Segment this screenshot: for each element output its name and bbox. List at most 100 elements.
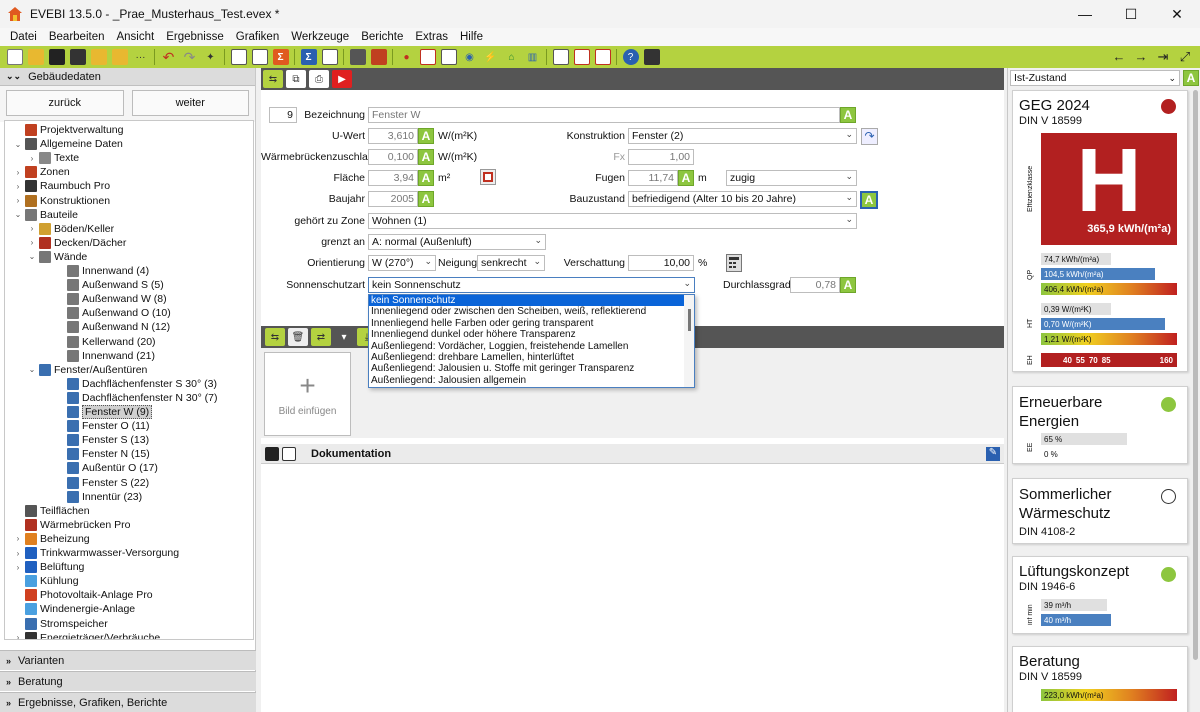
zone-select[interactable]: Wohnen (1) ⌄ xyxy=(368,213,857,229)
dots-icon[interactable]: ··· xyxy=(133,49,149,65)
doc-copy-icon[interactable] xyxy=(282,446,296,461)
house-icon[interactable]: ⌂ xyxy=(504,49,520,65)
baujahr-a-button[interactable]: A xyxy=(418,191,434,207)
tree-item[interactable]: Wärmebrücken Pro xyxy=(13,518,130,532)
tree-item[interactable]: Außentür O (17) xyxy=(55,461,158,475)
doc-save-icon[interactable] xyxy=(265,446,279,461)
chevron-right-icon[interactable]: › xyxy=(27,154,37,163)
tools-icon[interactable]: ● xyxy=(399,49,415,65)
tree-item[interactable]: Kellerwand (20) xyxy=(55,335,156,349)
chart-icon[interactable] xyxy=(440,49,457,65)
dropdown-scrollbar[interactable] xyxy=(684,295,694,387)
tree-item[interactable]: › Decken/Dächer xyxy=(27,236,126,250)
varianten-section[interactable]: » Varianten xyxy=(0,650,256,670)
chevron-right-icon[interactable]: › xyxy=(13,196,23,205)
bezeichnung-a-button[interactable]: A xyxy=(840,107,856,123)
chevron-down-icon[interactable]: ⌄ xyxy=(27,252,37,261)
dropdown-option[interactable]: Außenliegend: Jalousien allgemein xyxy=(369,375,694,386)
tree-item[interactable]: Fenster N (15) xyxy=(55,447,150,461)
tree-item[interactable]: › Böden/Keller xyxy=(27,222,114,236)
copy-icon[interactable] xyxy=(251,49,268,65)
chevron-right-icon[interactable]: › xyxy=(27,224,37,233)
area-calculator-icon[interactable] xyxy=(480,169,496,185)
flaeche-input[interactable]: 3,94 xyxy=(368,170,418,186)
forward-arrow-icon[interactable]: → xyxy=(1130,49,1152,65)
durchlass-a-button[interactable]: A xyxy=(840,277,856,293)
chevron-right-icon[interactable]: › xyxy=(13,563,23,572)
tree-item[interactable]: › Raumbuch Pro xyxy=(13,179,110,193)
menu-ansicht[interactable]: Ansicht xyxy=(110,31,160,43)
menu-bearbeiten[interactable]: Bearbeiten xyxy=(43,31,111,43)
gebaeudedaten-header[interactable]: ⌄⌄ Gebäudedaten xyxy=(0,68,255,86)
beratung-section[interactable]: » Beratung xyxy=(0,671,256,691)
sonnenschutz-select[interactable]: kein Sonnenschutz ⌄ xyxy=(368,277,695,293)
dropdown-option[interactable]: kein Sonnenschutz xyxy=(369,295,694,307)
new-file-icon[interactable] xyxy=(6,49,23,65)
save-all-icon[interactable] xyxy=(69,49,86,65)
calculator-icon[interactable] xyxy=(419,49,436,65)
tree-item[interactable]: Projektverwaltung xyxy=(13,123,123,137)
dropdown-option[interactable]: Außenliegend: Vordächer, Loggien, freist… xyxy=(369,341,694,352)
geg-card[interactable]: GEG 2024 DIN V 18599 Effizienzklasse H 3… xyxy=(1012,90,1188,372)
tree-item[interactable]: › Belüftung xyxy=(13,560,84,574)
image-arrange-icon[interactable]: ⇄ xyxy=(311,328,331,346)
resize-icon[interactable]: ⤢ xyxy=(1174,49,1196,65)
fx-input[interactable]: 1,00 xyxy=(628,149,694,165)
tree-item[interactable]: Innentür (23) xyxy=(55,490,142,504)
report-icon[interactable] xyxy=(552,49,569,65)
tree-item[interactable]: ⌄ Wände xyxy=(27,250,87,264)
baujahr-input[interactable]: 2005 xyxy=(368,191,418,207)
neigung-select[interactable]: senkrecht ⌄ xyxy=(477,255,545,271)
report-extra-icon[interactable] xyxy=(594,49,611,65)
konstruktion-select[interactable]: Fenster (2) ⌄ xyxy=(628,128,857,144)
tree-item[interactable]: Dachflächenfenster N 30° (7) xyxy=(55,391,218,405)
forward-button[interactable]: weiter xyxy=(131,90,249,116)
report-edit-icon[interactable] xyxy=(573,49,590,65)
bauzustand-select[interactable]: befriedigend (Alter 10 bis 20 Jahre) ⌄ xyxy=(628,191,857,207)
grenzt-select[interactable]: A: normal (Außenluft) ⌄ xyxy=(368,234,546,250)
image-move-icon[interactable]: ⇆ xyxy=(265,328,285,346)
chevron-right-icon[interactable]: › xyxy=(13,633,23,639)
scrollbar-thumb[interactable] xyxy=(1193,90,1198,660)
orientierung-select[interactable]: W (270°) ⌄ xyxy=(368,255,436,271)
tree-item[interactable]: Fenster O (11) xyxy=(55,419,150,433)
grid-icon[interactable] xyxy=(321,49,338,65)
sum-icon[interactable]: Σ xyxy=(272,49,289,65)
tree-item[interactable]: Fenster S (22) xyxy=(55,476,149,490)
sum-blue-icon[interactable]: Σ xyxy=(300,49,317,65)
flaeche-a-button[interactable]: A xyxy=(418,170,434,186)
bezeichnung-input[interactable]: Fenster W xyxy=(368,107,840,123)
tab-print-icon[interactable]: ⎙ xyxy=(309,70,329,88)
tree-item[interactable]: Photovoltaik-Anlage Pro xyxy=(13,588,153,602)
durchlass-input[interactable]: 0,78 xyxy=(790,277,840,293)
back-button[interactable]: zurück xyxy=(6,90,124,116)
right-scrollbar[interactable] xyxy=(1191,88,1200,712)
import-icon[interactable] xyxy=(90,49,107,65)
network-icon[interactable] xyxy=(349,49,366,65)
back-arrow-icon[interactable]: ← xyxy=(1108,49,1130,65)
tree-item[interactable]: Windenergie-Anlage xyxy=(13,602,135,616)
tree-item[interactable]: Stromspeicher xyxy=(13,617,108,631)
tab-video-icon[interactable]: ▶ xyxy=(332,70,352,88)
menu-grafiken[interactable]: Grafiken xyxy=(230,31,285,43)
globe-icon[interactable]: ◉ xyxy=(462,49,478,65)
dropdown-option[interactable]: Innenliegend dunkel oder höhere Transpar… xyxy=(369,329,694,340)
chevron-right-icon[interactable]: › xyxy=(13,534,23,543)
beratung-card[interactable]: Beratung DIN V 18599 223,0 kWh/(m²a) xyxy=(1012,646,1188,712)
insert-image-button[interactable]: + Bild einfügen xyxy=(264,352,351,436)
chevron-down-icon[interactable]: ⌄ xyxy=(27,365,37,374)
tree-item[interactable]: Dachflächenfenster S 30° (3) xyxy=(55,377,217,391)
state-a-button[interactable]: A xyxy=(1183,70,1199,86)
wizard-icon[interactable]: ✦ xyxy=(203,49,219,65)
help-icon[interactable]: ? xyxy=(622,49,639,65)
close-button[interactable]: ✕ xyxy=(1154,0,1200,28)
tree-item[interactable]: › Trinkwarmwasser-Versorgung xyxy=(13,546,179,560)
dropdown-option[interactable]: Innenliegend oder zwischen den Scheiben,… xyxy=(369,306,694,317)
dropdown-option[interactable]: Außenliegend: drehbare Lamellen, hinterl… xyxy=(369,352,694,363)
wbz-input[interactable]: 0,100 xyxy=(368,149,418,165)
document-icon[interactable] xyxy=(230,49,247,65)
tree-item[interactable]: › Texte xyxy=(27,151,79,165)
wbz-a-button[interactable]: A xyxy=(418,149,434,165)
save-icon[interactable] xyxy=(48,49,65,65)
tree-item[interactable]: Innenwand (4) xyxy=(55,264,149,278)
